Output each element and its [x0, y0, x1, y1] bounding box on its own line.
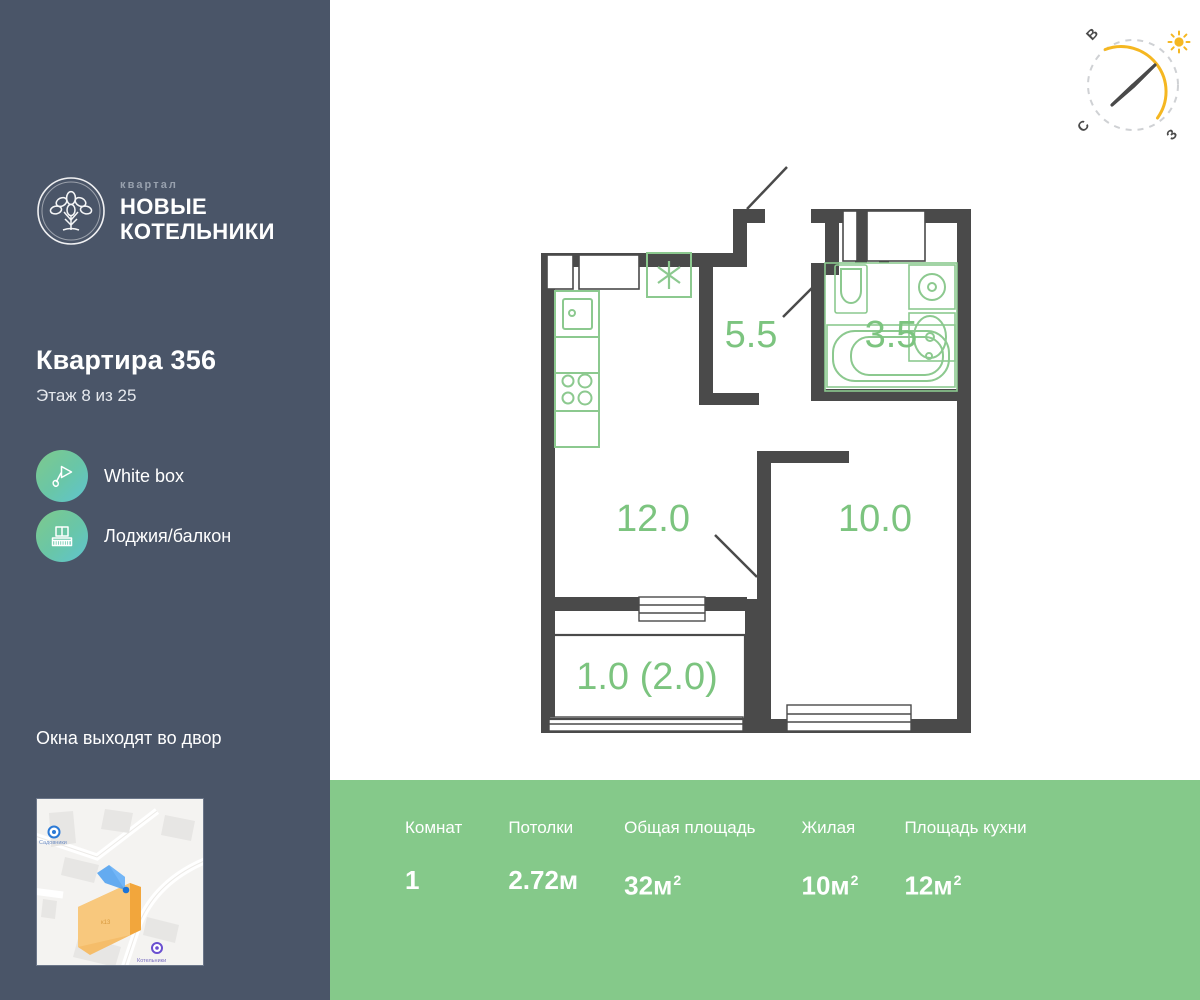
- brand-name-line1: НОВЫЕ: [120, 193, 208, 219]
- stat-label: Площадь кухни: [904, 818, 1027, 837]
- brand-logo-text: квартал НОВЫЕ КОТЕЛЬНИКИ: [120, 179, 275, 244]
- legend-item-balcony[interactable]: Лоджия/балкон: [36, 510, 231, 562]
- map-building-label: к13: [101, 920, 111, 926]
- stat-value: 1: [405, 866, 462, 894]
- stat-number: 32: [624, 870, 654, 901]
- stats-bar: Комнат 1 Потолки 2.72м Общая площадь 32м…: [330, 780, 1200, 1000]
- area-label-bathroom: 3.5: [865, 314, 918, 356]
- brand-logo[interactable]: квартал НОВЫЕ КОТЕЛЬНИКИ: [36, 176, 275, 246]
- toilet-icon: [834, 264, 868, 314]
- stat-superscript: 2: [953, 872, 962, 888]
- stat-unit: м: [830, 870, 850, 901]
- stat-number: 2.72: [508, 865, 559, 895]
- tree-in-circle-logo-icon: [36, 176, 106, 246]
- stat-rooms: Комнат 1: [405, 818, 462, 894]
- stat-superscript: 2: [850, 872, 859, 888]
- stats-list: Комнат 1 Потолки 2.72м Общая площадь 32м…: [405, 818, 1073, 900]
- floor-plan-svg: 5.5 3.5 12.0 10.0 1.0 (2.0): [541, 166, 971, 733]
- area-label-kitchen-living: 12.0: [616, 498, 690, 540]
- floor-plan: 5.5 3.5 12.0 10.0 1.0 (2.0): [330, 0, 1200, 780]
- entrance-door-swing: [746, 166, 788, 210]
- stat-kitchen-area: Площадь кухни 12м2: [904, 818, 1026, 900]
- washer-icon: [908, 264, 956, 310]
- svg-text:Котельники: Котельники: [137, 958, 166, 964]
- stat-label: Потолки: [508, 818, 574, 837]
- balcony-icon: [36, 510, 88, 562]
- stat-superscript: 2: [673, 872, 682, 888]
- stat-value: 32м2: [624, 866, 755, 900]
- sink-icon: [562, 298, 593, 330]
- windows-orientation-text: Окна выходят во двор: [36, 728, 222, 748]
- stat-number: 10: [801, 870, 831, 901]
- bedroom-door-swing: [714, 534, 758, 578]
- stat-number: 1: [405, 865, 420, 895]
- stat-value: 2.72м: [508, 866, 578, 894]
- legend-list: White box Лоджия/балкон: [36, 450, 231, 570]
- page-title: Квартира 356: [36, 345, 217, 375]
- area-label-hall: 5.5: [725, 314, 778, 356]
- apartment-card-page: квартал НОВЫЕ КОТЕЛЬНИКИ Квартира 356 Эт…: [0, 0, 1200, 1000]
- stat-label: Комнат: [405, 818, 463, 837]
- stat-total-area: Общая площадь 32м2: [624, 818, 755, 900]
- brand-eyebrow: квартал: [120, 178, 179, 191]
- svg-text:Садовники: Садовники: [39, 840, 67, 846]
- plan-windows: [546, 210, 926, 732]
- stat-unit: м: [653, 870, 673, 901]
- floor-subtitle: Этаж 8 из 25: [36, 386, 137, 405]
- stat-value: 12м2: [904, 866, 1026, 900]
- stat-label: Общая площадь: [624, 818, 756, 837]
- paint-trowel-icon: [36, 450, 88, 502]
- sidebar: квартал НОВЫЕ КОТЕЛЬНИКИ Квартира 356 Эт…: [0, 0, 330, 1000]
- legend-item-label: White box: [104, 465, 185, 486]
- legend-item-label: Лоджия/балкон: [104, 525, 232, 546]
- stat-number: 12: [904, 870, 934, 901]
- map-thumbnail[interactable]: к13 Садовники Котельники: [36, 798, 204, 966]
- stove-icon: [561, 373, 593, 406]
- legend-item-white-box[interactable]: White box: [36, 450, 231, 502]
- area-label-bedroom: 10.0: [838, 498, 912, 540]
- brand-name-line2: КОТЕЛЬНИКИ: [120, 218, 275, 244]
- stat-unit: м: [933, 870, 953, 901]
- stat-unit: м: [558, 865, 579, 895]
- stat-living-area: Жилая 10м2: [801, 818, 858, 900]
- stat-ceilings: Потолки 2.72м: [508, 818, 578, 894]
- area-label-balcony: 1.0 (2.0): [576, 656, 718, 698]
- stat-value: 10м2: [801, 866, 858, 900]
- stat-label: Жилая: [801, 818, 856, 837]
